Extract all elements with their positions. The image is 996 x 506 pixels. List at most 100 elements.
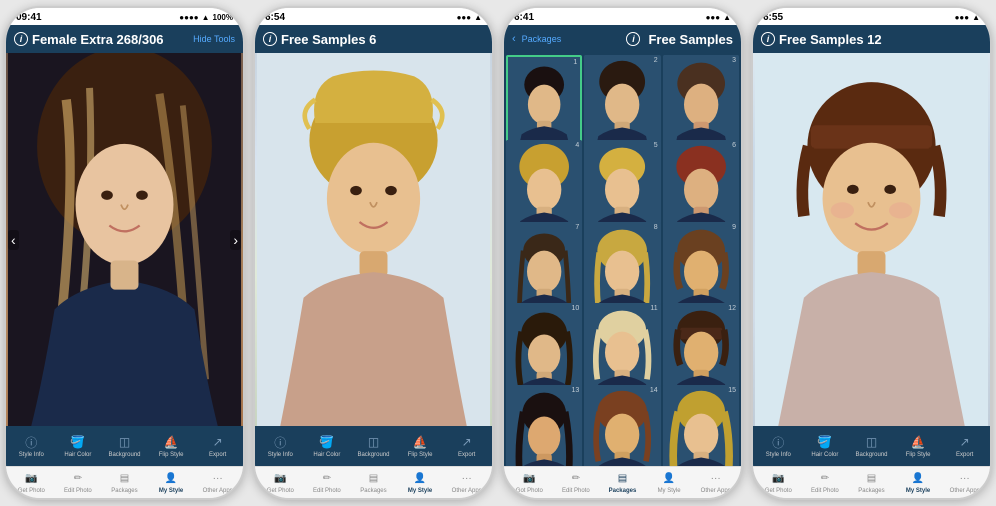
packages-icon-1: ▤: [116, 471, 132, 487]
my-style-icon-1: 👤: [163, 471, 179, 487]
toolbar-background-2[interactable]: ◫ Background: [350, 433, 397, 459]
get-photo-label-1: Get Photo: [18, 488, 45, 494]
dock-other-apps-1[interactable]: ··· Other Apps: [194, 471, 241, 494]
toolbar-4: ⓘ Style Info 🪣 Hair Color ◫ Background ⛵…: [753, 426, 990, 466]
other-apps-icon-1: ···: [210, 471, 226, 487]
get-photo-icon-4: 📷: [770, 471, 786, 487]
main-content-2: [255, 53, 492, 426]
back-button-3[interactable]: ‹: [512, 33, 516, 45]
grid-item-13[interactable]: 13: [506, 385, 582, 466]
flip-icon-4: ⛵: [909, 433, 927, 451]
dock-packages-2[interactable]: ▤ Packages: [350, 471, 397, 494]
dock-get-photo-4[interactable]: 📷 Get Photo: [755, 471, 802, 494]
dock-my-style-1[interactable]: 👤 My Style: [148, 471, 195, 494]
dock-get-photo-1[interactable]: 📷 Get Photo: [8, 471, 55, 494]
hair-style-4: [753, 53, 990, 426]
grid-item-2[interactable]: 2: [584, 55, 660, 150]
other-apps-label-3: Other Apps: [701, 488, 731, 494]
toolbar-style-info-4[interactable]: ⓘ Style Info: [755, 433, 802, 459]
prev-style-btn[interactable]: ‹: [8, 230, 19, 250]
thumb-svg-13: [506, 385, 582, 466]
toolbar-hair-color-4[interactable]: 🪣 Hair Color: [802, 433, 849, 459]
info-icon-4[interactable]: i: [761, 32, 775, 46]
get-photo-label-4: Get Photo: [765, 488, 792, 494]
edit-photo-label-4: Edit Photo: [811, 488, 839, 494]
bottom-dock-2: 📷 Get Photo ✏ Edit Photo ▤ Packages 👤 My…: [255, 466, 492, 498]
style-info-label-4: Style Info: [766, 452, 791, 459]
toolbar-flip-4[interactable]: ⛵ Flip Style: [895, 433, 942, 459]
export-label-2: Export: [458, 452, 475, 459]
my-style-label-1: My Style: [159, 488, 183, 494]
grid-item-14[interactable]: 14: [584, 385, 660, 466]
dock-other-apps-3[interactable]: ··· Other Apps: [692, 471, 739, 494]
thumb-svg-2: [584, 55, 660, 150]
wifi-icon-3: ▲: [723, 13, 731, 22]
get-photo-icon-1: 📷: [23, 471, 39, 487]
wifi-icon-4: ▲: [972, 13, 980, 22]
dock-other-apps-2[interactable]: ··· Other Apps: [443, 471, 490, 494]
toolbar-flip-1[interactable]: ⛵ Flip Style: [148, 433, 195, 459]
dock-packages-1[interactable]: ▤ Packages: [101, 471, 148, 494]
info-icon-1[interactable]: i: [14, 32, 28, 46]
dock-my-style-2[interactable]: 👤 My Style: [397, 471, 444, 494]
battery-icon-1: 100%: [213, 13, 233, 22]
dock-packages-4[interactable]: ▤ Packages: [848, 471, 895, 494]
grid-item-15[interactable]: 15: [663, 385, 739, 466]
wifi-icon-2: ▲: [474, 13, 482, 22]
export-icon-4: ↗: [956, 433, 974, 451]
my-style-label-2: My Style: [408, 488, 432, 494]
dock-packages-3[interactable]: ▤ Packages: [599, 471, 646, 494]
other-apps-label-2: Other Apps: [452, 488, 482, 494]
style-info-label-2: Style Info: [268, 452, 293, 459]
edit-photo-label-1: Edit Photo: [64, 488, 92, 494]
export-label-4: Export: [956, 452, 973, 459]
grid-item-3[interactable]: 3: [663, 55, 739, 150]
dock-edit-photo-1[interactable]: ✏ Edit Photo: [55, 471, 102, 494]
my-style-label-3: My Style: [658, 488, 681, 494]
info-icon-2[interactable]: i: [263, 32, 277, 46]
dock-other-apps-4[interactable]: ··· Other Apps: [941, 471, 988, 494]
toolbar-hair-color-2[interactable]: 🪣 Hair Color: [304, 433, 351, 459]
hair-color-label-1: Hair Color: [64, 452, 91, 459]
item-number-6: 6: [732, 142, 736, 149]
dock-got-photo-3[interactable]: 📷 Got Photo: [506, 471, 553, 494]
phone-2: 6:54 ●●● ▲ i Free Samples 6: [253, 6, 494, 500]
thumb-svg-14: [584, 385, 660, 466]
item-number-10: 10: [572, 305, 580, 312]
grid-item-1[interactable]: 1: [506, 55, 582, 150]
next-style-btn[interactable]: ›: [230, 230, 241, 250]
item-number-2: 2: [654, 57, 658, 64]
style-info-icon-1: ⓘ: [22, 433, 40, 451]
toolbar-style-info-1[interactable]: ⓘ Style Info: [8, 433, 55, 459]
toolbar-export-1[interactable]: ↗ Export: [194, 433, 241, 459]
dock-edit-photo-4[interactable]: ✏ Edit Photo: [802, 471, 849, 494]
toolbar-style-info-2[interactable]: ⓘ Style Info: [257, 433, 304, 459]
export-label-1: Export: [209, 452, 226, 459]
dock-get-photo-2[interactable]: 📷 Get Photo: [257, 471, 304, 494]
packages-label-3: Packages: [609, 488, 637, 494]
export-icon-1: ↗: [209, 433, 227, 451]
dock-my-style-4[interactable]: 👤 My Style: [895, 471, 942, 494]
hair-color-icon-4: 🪣: [816, 433, 834, 451]
got-photo-icon-3: 📷: [521, 471, 537, 487]
info-icon-3[interactable]: i: [626, 32, 640, 46]
flip-label-4: Flip Style: [906, 452, 931, 459]
other-apps-label-1: Other Apps: [203, 488, 233, 494]
toolbar-flip-2[interactable]: ⛵ Flip Style: [397, 433, 444, 459]
toolbar-background-4[interactable]: ◫ Background: [848, 433, 895, 459]
background-icon-1: ◫: [115, 433, 133, 451]
item-number-5: 5: [654, 142, 658, 149]
toolbar-background-1[interactable]: ◫ Background: [101, 433, 148, 459]
dock-edit-photo-2[interactable]: ✏ Edit Photo: [304, 471, 351, 494]
toolbar-export-2[interactable]: ↗ Export: [443, 433, 490, 459]
edit-photo-label-3: Edit Photo: [562, 488, 590, 494]
toolbar-export-4[interactable]: ↗ Export: [941, 433, 988, 459]
dock-my-style-3[interactable]: 👤 My Style: [646, 471, 693, 494]
hide-tools-btn[interactable]: Hide Tools: [193, 34, 235, 44]
my-style-icon-2: 👤: [412, 471, 428, 487]
back-label-3[interactable]: Packages: [522, 34, 562, 44]
dock-edit-photo-3[interactable]: ✏ Edit Photo: [553, 471, 600, 494]
toolbar-hair-color-1[interactable]: 🪣 Hair Color: [55, 433, 102, 459]
status-bar-2: 6:54 ●●● ▲: [255, 8, 492, 25]
main-content-1: ‹ ›: [6, 53, 243, 426]
